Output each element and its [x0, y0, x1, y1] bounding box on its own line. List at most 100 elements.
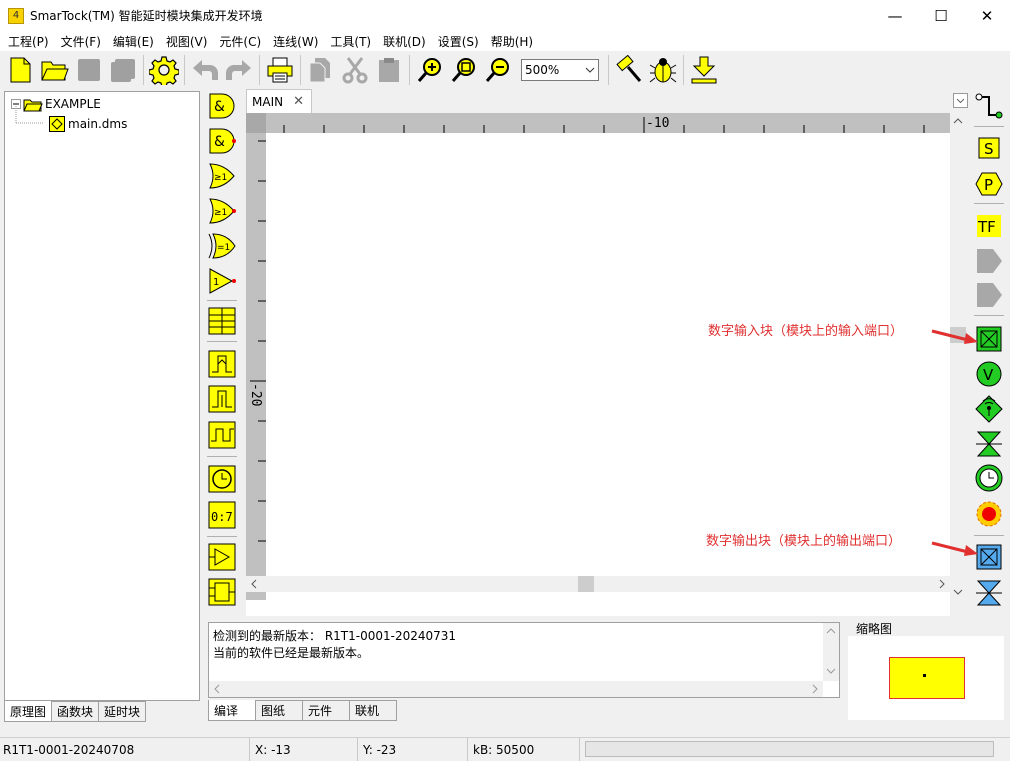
- status-version: R1T1-0001-20240708: [0, 738, 250, 761]
- scroll-right-icon[interactable]: [934, 576, 950, 592]
- save-icon: [78, 59, 100, 81]
- build-button[interactable]: [612, 53, 646, 87]
- tf-block-button[interactable]: TF: [974, 211, 1004, 241]
- close-tab-icon[interactable]: ✕: [293, 94, 304, 109]
- analog-input-button[interactable]: V: [974, 359, 1004, 389]
- tab-components[interactable]: 元件: [302, 700, 350, 721]
- nor-gate-button[interactable]: ≥1: [208, 197, 236, 225]
- function-block-button[interactable]: [208, 578, 236, 606]
- hourglass-icon: [976, 431, 1002, 457]
- counter-button[interactable]: 0:7: [208, 501, 236, 529]
- tab-main[interactable]: MAIN ✕: [246, 89, 312, 113]
- toolbar-separator: [300, 55, 301, 85]
- square-wave-button[interactable]: [208, 421, 236, 449]
- scroll-up-icon[interactable]: [950, 113, 966, 129]
- menu-project[interactable]: 工程(P): [2, 33, 55, 50]
- menu-settings[interactable]: 设置(S): [432, 33, 485, 50]
- timer-button[interactable]: [208, 465, 236, 493]
- title-bar: 4 SmarTock(TM) 智能延时模块集成开发环境 — ☐ ✕: [0, 0, 1010, 31]
- menu-file[interactable]: 文件(F): [55, 33, 107, 50]
- settings-button[interactable]: [147, 53, 181, 87]
- edge-pulse-button[interactable]: [208, 350, 236, 378]
- truth-table-button[interactable]: [208, 307, 236, 335]
- output-hourglass-button[interactable]: [974, 578, 1004, 608]
- and-gate-button[interactable]: &: [208, 92, 236, 120]
- or-gate-button[interactable]: ≥1: [208, 162, 236, 190]
- tab-online[interactable]: 联机: [349, 700, 397, 721]
- print-button[interactable]: [263, 53, 297, 87]
- menu-component[interactable]: 元件(C): [213, 33, 267, 50]
- output-horizontal-scrollbar[interactable]: [209, 681, 823, 697]
- hourglass-button[interactable]: [974, 429, 1004, 459]
- menu-edit[interactable]: 编辑(E): [107, 33, 160, 50]
- minimize-button[interactable]: —: [872, 0, 918, 31]
- amplifier-button[interactable]: [208, 543, 236, 571]
- open-file-button[interactable]: [38, 53, 72, 87]
- thumbnail-view[interactable]: [848, 636, 1004, 720]
- scroll-right-icon[interactable]: [807, 681, 823, 697]
- nand-gate-button[interactable]: &: [208, 127, 236, 155]
- tab-schematic[interactable]: 原理图: [4, 701, 53, 722]
- s-block-icon: S: [978, 137, 1000, 159]
- scroll-left-icon[interactable]: [246, 576, 262, 592]
- not-gate-button[interactable]: 1: [208, 267, 236, 295]
- wireless-input-button[interactable]: [974, 394, 1004, 424]
- menu-wire[interactable]: 连线(W): [267, 33, 324, 50]
- thumbnail-viewport[interactable]: [889, 657, 965, 699]
- palette-separator: [207, 456, 237, 457]
- connector-in-button[interactable]: [974, 246, 1004, 276]
- scroll-down-icon[interactable]: [950, 584, 966, 600]
- tab-compile[interactable]: 编译: [208, 700, 256, 721]
- alarm-input-button[interactable]: [974, 499, 1004, 529]
- tree-file[interactable]: main.dms: [49, 116, 127, 132]
- ruler-left-label: -20: [248, 383, 263, 406]
- annotation-arrow: [931, 329, 978, 344]
- tree-file-label: main.dms: [68, 117, 128, 131]
- menu-tools[interactable]: 工具(T): [324, 33, 377, 50]
- zoom-in-button[interactable]: [413, 53, 447, 87]
- close-button[interactable]: ✕: [964, 0, 1010, 31]
- or-symbol: ≥1: [214, 173, 227, 183]
- download-button[interactable]: [687, 53, 721, 87]
- zoom-select[interactable]: 500%: [521, 59, 599, 81]
- scroll-up-icon[interactable]: [823, 623, 839, 639]
- cut-button[interactable]: [338, 53, 372, 87]
- wire-button[interactable]: [974, 91, 1004, 121]
- zoom-fit-button[interactable]: [447, 53, 481, 87]
- save-button[interactable]: [72, 53, 106, 87]
- new-file-button[interactable]: [4, 53, 38, 87]
- scroll-left-icon[interactable]: [209, 681, 225, 697]
- amplifier-icon: [208, 543, 236, 571]
- maximize-button[interactable]: ☐: [918, 0, 964, 31]
- copy-button[interactable]: [304, 53, 338, 87]
- output-line-1: 检测到的最新版本： R1T1-0001-20240731: [213, 629, 457, 643]
- menu-help[interactable]: 帮助(H): [485, 33, 539, 50]
- xor-gate-button[interactable]: =1: [208, 232, 236, 260]
- clock-input-button[interactable]: [974, 463, 1004, 493]
- vertical-scrollbar[interactable]: [950, 113, 966, 600]
- tab-delay-block[interactable]: 延时块: [98, 701, 147, 722]
- status-progress-bar: [585, 741, 994, 757]
- save-all-button[interactable]: [106, 53, 140, 87]
- thumbnail-panel: 缩略图: [846, 618, 1006, 724]
- horizontal-scrollbar[interactable]: [246, 576, 950, 592]
- tab-function-block[interactable]: 函数块: [51, 701, 100, 722]
- output-vertical-scrollbar[interactable]: [823, 623, 839, 681]
- paste-button[interactable]: [372, 53, 406, 87]
- logic-palette: & & ≥1 ≥1 =1 1 0:7: [205, 91, 239, 611]
- debug-button[interactable]: [646, 53, 680, 87]
- horizontal-scroll-thumb[interactable]: [578, 576, 594, 592]
- menu-view[interactable]: 视图(V): [160, 33, 214, 50]
- pulse-button[interactable]: [208, 385, 236, 413]
- undo-button[interactable]: [188, 53, 222, 87]
- zoom-out-button[interactable]: [481, 53, 515, 87]
- connector-out-button[interactable]: [974, 280, 1004, 310]
- scroll-down-icon[interactable]: [823, 663, 839, 679]
- schematic-file-icon: [49, 116, 65, 132]
- p-block-button[interactable]: P: [974, 169, 1004, 199]
- redo-button[interactable]: [222, 53, 256, 87]
- tab-list-button[interactable]: [953, 93, 968, 108]
- tab-drawing[interactable]: 图纸: [255, 700, 303, 721]
- menu-online[interactable]: 联机(D): [377, 33, 432, 50]
- s-block-button[interactable]: S: [974, 133, 1004, 163]
